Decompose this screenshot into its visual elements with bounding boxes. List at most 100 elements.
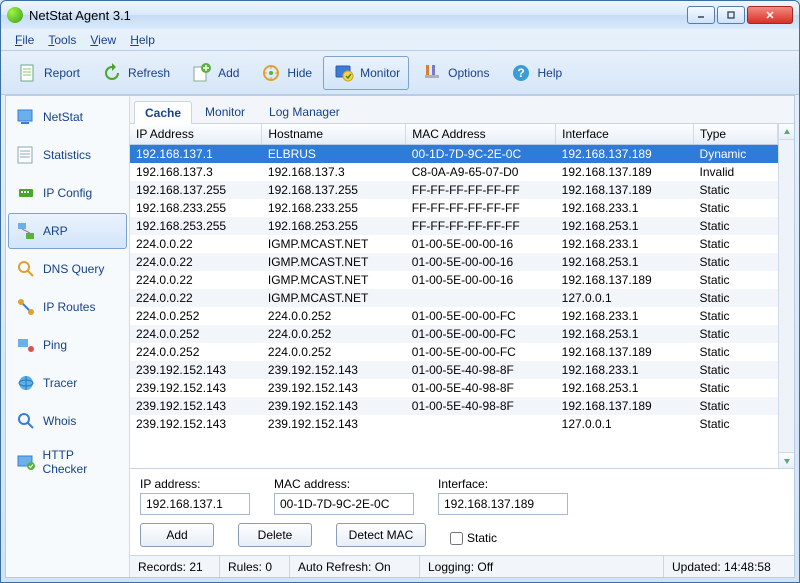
- table-row[interactable]: 224.0.0.22IGMP.MCAST.NET01-00-5E-00-00-1…: [130, 253, 778, 271]
- table-cell: 192.168.137.255: [262, 181, 406, 199]
- table-row[interactable]: 224.0.0.252224.0.0.25201-00-5E-00-00-FC1…: [130, 325, 778, 343]
- report-button[interactable]: Report: [7, 56, 89, 90]
- detect-mac-button[interactable]: Detect MAC: [336, 523, 426, 547]
- table-cell: 192.168.253.1: [556, 379, 694, 397]
- close-button[interactable]: [747, 6, 793, 24]
- table-row[interactable]: 239.192.152.143239.192.152.14301-00-5E-4…: [130, 379, 778, 397]
- menu-bar: File Tools View Help: [1, 29, 799, 51]
- add-button[interactable]: Add: [140, 523, 214, 547]
- table-cell: 239.192.152.143: [262, 415, 406, 433]
- table-cell: Dynamic: [694, 145, 778, 164]
- tab-log-manager[interactable]: Log Manager: [258, 100, 351, 123]
- table-row[interactable]: 224.0.0.252224.0.0.25201-00-5E-00-00-FC1…: [130, 307, 778, 325]
- table-row[interactable]: 224.0.0.22IGMP.MCAST.NET01-00-5E-00-00-1…: [130, 271, 778, 289]
- table-cell: 239.192.152.143: [130, 379, 262, 397]
- sidebar-item-dnsquery[interactable]: DNS Query: [8, 251, 127, 287]
- sidebar-label: ARP: [43, 224, 68, 238]
- table-cell: Static: [694, 361, 778, 379]
- hide-button[interactable]: Hide: [250, 56, 321, 90]
- sidebar-item-iproutes[interactable]: IP Routes: [8, 289, 127, 325]
- table-cell: Static: [694, 253, 778, 271]
- table-cell: IGMP.MCAST.NET: [262, 235, 406, 253]
- arp-table[interactable]: IP Address Hostname MAC Address Interfac…: [130, 124, 778, 468]
- scroll-up-icon[interactable]: [779, 124, 794, 140]
- maximize-button[interactable]: [717, 6, 745, 24]
- table-cell: 192.168.253.1: [556, 253, 694, 271]
- refresh-button[interactable]: Refresh: [91, 56, 179, 90]
- table-row[interactable]: 239.192.152.143239.192.152.14301-00-5E-4…: [130, 397, 778, 415]
- table-cell: Static: [694, 235, 778, 253]
- ip-input[interactable]: [140, 493, 250, 515]
- minimize-button[interactable]: [687, 6, 715, 24]
- sidebar-label: NetStat: [43, 110, 83, 124]
- col-interface[interactable]: Interface: [556, 124, 694, 145]
- sidebar-item-arp[interactable]: ARP: [8, 213, 127, 249]
- table-cell: 192.168.253.255: [262, 217, 406, 235]
- menu-file[interactable]: File: [9, 31, 40, 49]
- title-bar: NetStat Agent 3.1: [1, 1, 799, 29]
- help-button[interactable]: ?Help: [500, 56, 571, 90]
- sidebar-item-whois[interactable]: Whois: [8, 403, 127, 439]
- sidebar-item-httpchecker[interactable]: HTTP Checker: [8, 441, 127, 483]
- table-cell: 192.168.137.255: [130, 181, 262, 199]
- sidebar-label: DNS Query: [43, 262, 104, 276]
- sidebar-item-tracer[interactable]: Tracer: [8, 365, 127, 401]
- table-row[interactable]: 239.192.152.143239.192.152.14301-00-5E-4…: [130, 361, 778, 379]
- hide-icon: [259, 61, 283, 85]
- table-row[interactable]: 239.192.152.143239.192.152.143127.0.0.1S…: [130, 415, 778, 433]
- sidebar-item-ping[interactable]: Ping: [8, 327, 127, 363]
- ip-label: IP address:: [140, 477, 250, 491]
- tab-cache[interactable]: Cache: [134, 101, 192, 124]
- table-cell: 192.168.137.3: [262, 163, 406, 181]
- sidebar-item-netstat[interactable]: NetStat: [8, 99, 127, 135]
- tab-monitor[interactable]: Monitor: [194, 100, 256, 123]
- table-cell: ELBRUS: [262, 145, 406, 164]
- table-cell: Static: [694, 181, 778, 199]
- table-row[interactable]: 192.168.233.255192.168.233.255FF-FF-FF-F…: [130, 199, 778, 217]
- menu-view[interactable]: View: [84, 31, 122, 49]
- table-cell: 224.0.0.22: [130, 253, 262, 271]
- table-cell: Static: [694, 343, 778, 361]
- static-checkbox-wrap[interactable]: Static: [450, 531, 497, 545]
- table-cell: Static: [694, 271, 778, 289]
- col-hostname[interactable]: Hostname: [262, 124, 406, 145]
- table-row[interactable]: 224.0.0.22IGMP.MCAST.NET127.0.0.1Static: [130, 289, 778, 307]
- tab-bar: Cache Monitor Log Manager: [130, 96, 794, 124]
- options-button[interactable]: Options: [411, 56, 498, 90]
- table-cell: FF-FF-FF-FF-FF-FF: [406, 199, 556, 217]
- table-cell: Invalid: [694, 163, 778, 181]
- table-row[interactable]: 224.0.0.22IGMP.MCAST.NET01-00-5E-00-00-1…: [130, 235, 778, 253]
- sidebar-label: IP Config: [43, 186, 92, 200]
- statistics-icon: [15, 144, 37, 166]
- table-cell: IGMP.MCAST.NET: [262, 271, 406, 289]
- table-row[interactable]: 192.168.137.255192.168.137.255FF-FF-FF-F…: [130, 181, 778, 199]
- table-cell: 239.192.152.143: [130, 415, 262, 433]
- table-row[interactable]: 192.168.137.1ELBRUS00-1D-7D-9C-2E-0C192.…: [130, 145, 778, 164]
- delete-button[interactable]: Delete: [238, 523, 312, 547]
- menu-help[interactable]: Help: [124, 31, 161, 49]
- add-button-toolbar[interactable]: Add: [181, 56, 248, 90]
- table-cell: IGMP.MCAST.NET: [262, 289, 406, 307]
- netstat-icon: [15, 106, 37, 128]
- table-cell: 192.168.137.189: [556, 181, 694, 199]
- table-row[interactable]: 192.168.137.3192.168.137.3C8-0A-A9-65-07…: [130, 163, 778, 181]
- sidebar-label: Tracer: [43, 376, 77, 390]
- col-ip[interactable]: IP Address: [130, 124, 262, 145]
- entry-form: IP address: MAC address: Interface: Add …: [130, 468, 794, 555]
- table-row[interactable]: 192.168.253.255192.168.253.255FF-FF-FF-F…: [130, 217, 778, 235]
- table-cell: 224.0.0.22: [130, 271, 262, 289]
- scroll-down-icon[interactable]: [779, 452, 794, 468]
- menu-tools[interactable]: Tools: [42, 31, 82, 49]
- table-cell: Static: [694, 289, 778, 307]
- col-mac[interactable]: MAC Address: [406, 124, 556, 145]
- vertical-scrollbar[interactable]: [778, 124, 794, 468]
- table-row[interactable]: 224.0.0.252224.0.0.25201-00-5E-00-00-FC1…: [130, 343, 778, 361]
- col-type[interactable]: Type: [694, 124, 778, 145]
- table-cell: FF-FF-FF-FF-FF-FF: [406, 217, 556, 235]
- mac-input[interactable]: [274, 493, 414, 515]
- sidebar-item-statistics[interactable]: Statistics: [8, 137, 127, 173]
- interface-input[interactable]: [438, 493, 568, 515]
- sidebar-item-ipconfig[interactable]: IP Config: [8, 175, 127, 211]
- monitor-button[interactable]: Monitor: [323, 56, 409, 90]
- static-checkbox[interactable]: [450, 532, 463, 545]
